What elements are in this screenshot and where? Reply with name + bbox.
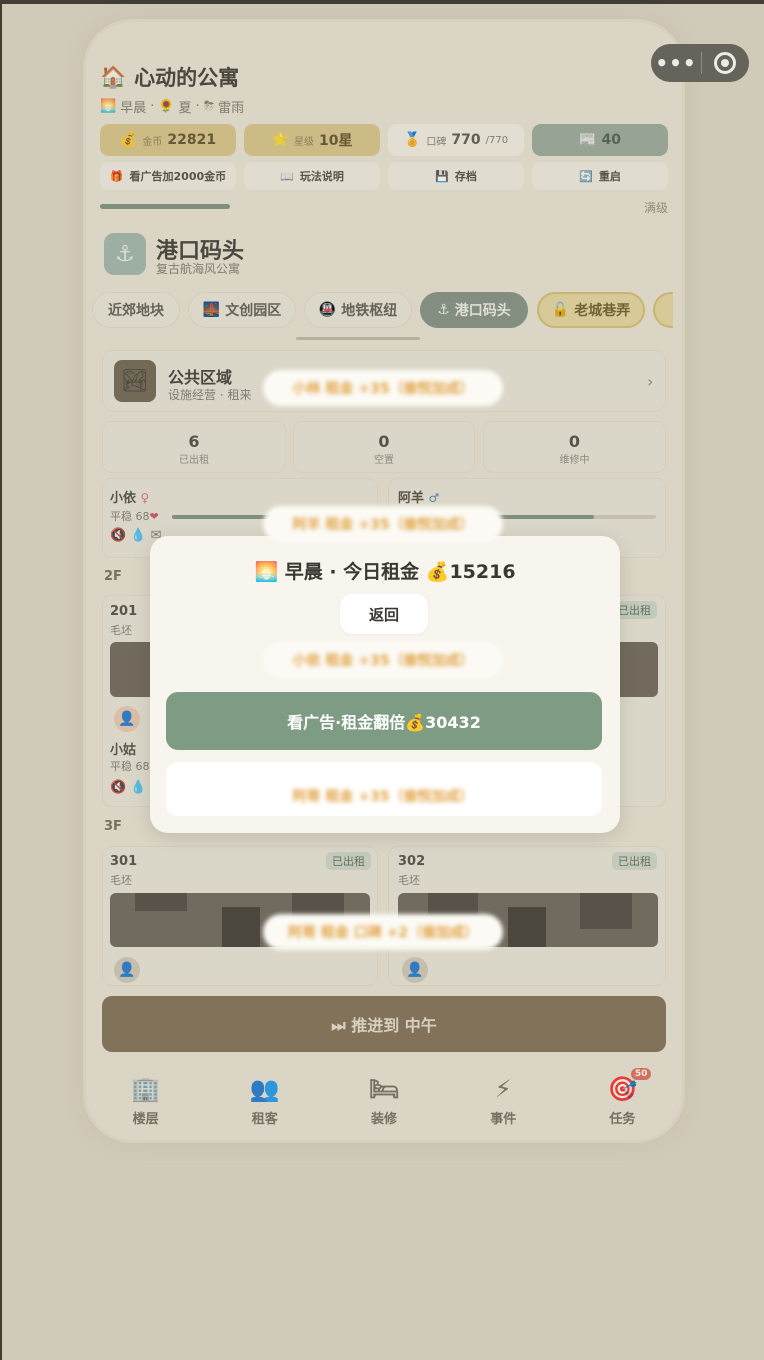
back-button[interactable]: 返回 bbox=[340, 594, 428, 634]
ad-double-label: 看广告·租金翻倍💰30432 bbox=[287, 713, 481, 732]
rent-toast: 阿哥 租金 +35（偷悦加成） bbox=[292, 789, 474, 805]
rent-toast: 阿哥 租金 口碑 +2（偷加成） bbox=[263, 914, 503, 950]
rent-toast: 阿羊 租金 +35（偷悦加成） bbox=[263, 506, 503, 542]
double-rent-ad-button[interactable]: 看广告·租金翻倍💰30432 bbox=[166, 692, 602, 750]
back-label: 返回 bbox=[368, 605, 399, 624]
rent-toast: 小依 租金 +35（偷悦加成） bbox=[263, 642, 503, 678]
rent-toast: 小林 租金 +35（偷悦加成） bbox=[263, 370, 503, 406]
modal-title: 🌅 早晨 · 今日租金 💰15216 bbox=[254, 561, 516, 583]
